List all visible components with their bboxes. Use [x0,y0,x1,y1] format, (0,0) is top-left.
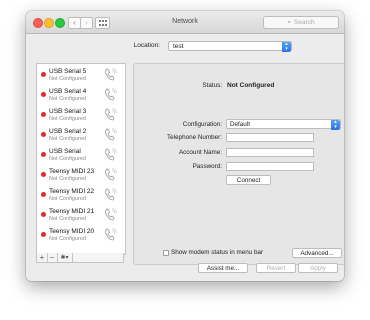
search-placeholder: Search [294,19,315,26]
connect-button[interactable]: Connect [226,175,271,185]
service-name: Teensy MIDI 21 [49,208,95,215]
service-status: Not Configured [49,116,86,122]
status-dot-icon [41,232,46,237]
service-list-item[interactable]: USB Serial 4 Not Configured [37,85,125,104]
service-status: Not Configured [49,216,86,222]
service-list-item[interactable]: USB Serial 3 Not Configured [37,105,125,124]
modem-phone-icon [103,87,119,102]
service-list-item[interactable]: Teensy MIDI 22 Not Configured [37,185,125,204]
service-list-item[interactable]: USB Serial 5 Not Configured [37,65,125,84]
show-modem-status-checkbox[interactable] [163,250,169,256]
service-name: USB Serial 5 [49,68,87,75]
service-name: USB Serial 2 [49,128,87,135]
password-field[interactable] [226,162,314,171]
service-list-item[interactable]: Teensy MIDI 21 Not Configured [37,205,125,224]
status-dot-icon [41,152,46,157]
search-field[interactable]: ⌕ Search [263,16,339,29]
status-dot-icon [41,192,46,197]
service-name: Teensy MIDI 23 [49,168,95,175]
status-dot-icon [41,132,46,137]
status-dot-icon [41,72,46,77]
service-status: Not Configured [49,96,86,102]
service-list-item[interactable]: USB Serial 2 Not Configured [37,125,125,144]
service-name: USB Serial [49,148,81,155]
service-list-item[interactable]: USB Serial Not Configured [37,145,125,164]
service-status: Not Configured [49,236,86,242]
apply-button[interactable]: Apply [298,263,338,273]
assist-me-button[interactable]: Assist me... [198,263,248,273]
gear-menu-button[interactable]: ✱▾ [57,253,73,263]
modem-phone-icon [103,127,119,142]
service-status: Not Configured [49,176,86,182]
location-value: test [173,43,184,50]
service-name: USB Serial 4 [49,88,87,95]
location-select[interactable]: test ▴ ▾ [168,41,292,52]
service-name: Teensy MIDI 20 [49,228,95,235]
telephone-field[interactable] [226,133,314,142]
configuration-select[interactable]: Default ▴ ▾ [226,119,341,130]
service-list-toolbar: + − ✱▾ [36,253,124,263]
modem-phone-icon [103,227,119,242]
popup-stepper-icon: ▴ ▾ [282,42,291,52]
modem-phone-icon [103,167,119,182]
service-status: Not Configured [49,136,86,142]
password-label: Password: [192,163,222,170]
status-value: Not Configured [227,82,275,89]
service-list[interactable]: USB Serial 5 Not Configured USB Serial 4 No… [36,63,126,255]
service-status: Not Configured [49,156,86,162]
advanced-button[interactable]: Advanced... [292,248,342,258]
title-bar: ‹ › Network ⌕ Search [26,11,344,34]
modem-phone-icon [103,187,119,202]
service-name: Teensy MIDI 22 [49,188,95,195]
modem-phone-icon [103,67,119,82]
service-name: USB Serial 3 [49,108,87,115]
show-modem-status-label: Show modem status in menu bar [171,249,264,256]
status-dot-icon [41,112,46,117]
modem-phone-icon [103,207,119,222]
search-icon: ⌕ [287,19,292,26]
service-list-item[interactable]: Teensy MIDI 20 Not Configured [37,225,125,244]
account-name-label: Account Name: [178,149,222,156]
revert-button[interactable]: Revert [256,263,296,273]
configuration-value: Default [230,121,250,128]
status-dot-icon [41,172,46,177]
status-dot-icon [41,92,46,97]
network-preferences-window: ‹ › Network ⌕ Search Location: test ▴ ▾ US… [26,11,344,281]
service-detail-panel: Status: Not Configured Configuration: De… [133,63,344,265]
location-label: Location: [133,42,160,49]
modem-phone-icon [103,107,119,122]
popup-stepper-icon: ▴ ▾ [331,120,340,130]
status-label: Status: [202,82,222,89]
telephone-label: Telephone Number: [167,134,222,141]
modem-phone-icon [103,147,119,162]
status-dot-icon [41,212,46,217]
service-status: Not Configured [49,76,86,82]
service-status: Not Configured [49,196,86,202]
service-list-item[interactable]: Teensy MIDI 23 Not Configured [37,165,125,184]
account-name-field[interactable] [226,148,314,157]
configuration-label: Configuration: [182,121,222,128]
